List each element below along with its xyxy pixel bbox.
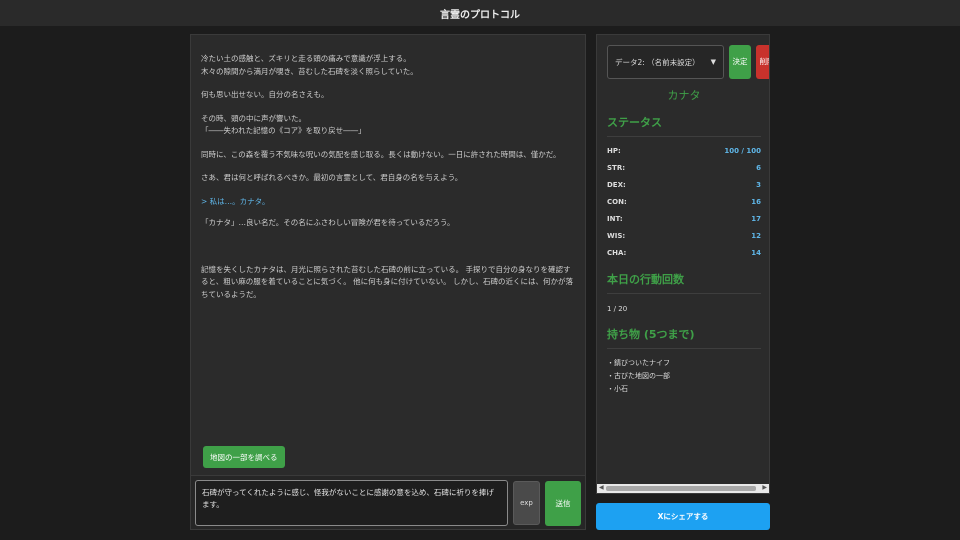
scroll-right-icon[interactable]: ▶ <box>762 484 767 491</box>
stat-label: WIS: <box>607 232 626 240</box>
stat-value: 100 / 100 <box>724 147 761 155</box>
delete-button[interactable]: 削除 <box>756 45 769 79</box>
exp-button[interactable]: exp <box>513 481 540 525</box>
scroll-left-icon[interactable]: ◀ <box>599 484 604 491</box>
stat-label: DEX: <box>607 181 626 189</box>
stat-label: INT: <box>607 215 623 223</box>
stat-value: 3 <box>756 181 761 189</box>
stat-row-hp: HP: 100 / 100 <box>607 147 761 155</box>
story-paragraph: その時、頭の中に声が響いた。 「――失われた記憶の《コア》を取り戻せ――」 <box>201 113 366 136</box>
story-log[interactable]: 冷たい土の感触と、ズキリと走る頭の痛みで意識が浮上する。 木々の隙間から満月が覗… <box>201 53 577 453</box>
story-paragraph: さあ、君は何と呼ばれるべきか。最初の言霊として、君自身の名を与えよう。 <box>201 173 463 182</box>
stat-label: STR: <box>607 164 626 172</box>
inventory-section-title: 持ち物 (5つまで) <box>607 326 761 349</box>
stat-value: 17 <box>751 215 761 223</box>
app-title: 言霊のプロトコル <box>440 9 520 21</box>
action-input[interactable]: 石碑が守ってくれたように感じ、怪我がないことに感謝の意を込め、石碑に祈りを捧げま… <box>195 480 508 526</box>
inventory-item: ・小石 <box>607 385 628 393</box>
stat-row-str: STR: 6 <box>607 164 761 172</box>
stat-value: 12 <box>751 232 761 240</box>
stat-row-dex: DEX: 3 <box>607 181 761 189</box>
chevron-down-icon: ▼ <box>710 58 716 66</box>
story-panel: 冷たい土の感触と、ズキリと走る頭の痛みで意識が浮上する。 木々の隙間から満月が覗… <box>190 34 586 530</box>
stat-label: HP: <box>607 147 621 155</box>
story-paragraph: 何も思い出せない。自分の名さえも。 <box>201 90 329 99</box>
player-input-echo: > 私は…。カナタ。 <box>201 196 270 206</box>
action-count: 1 / 20 <box>607 305 628 313</box>
stat-row-wis: WIS: 12 <box>607 232 761 240</box>
stat-row-cha: CHA: 14 <box>607 249 761 257</box>
status-horizontal-scrollbar[interactable]: ◀ ▶ <box>597 484 769 493</box>
stat-row-con: CON: 16 <box>607 198 761 206</box>
status-panel: データ2: （名前未設定） ▼ 決定 削除 カナタ ステータス HP: 100 … <box>596 34 770 494</box>
stat-value: 6 <box>756 164 761 172</box>
decide-button[interactable]: 決定 <box>729 45 751 79</box>
story-narration: 記憶を失くしたカナタは、月光に照らされた苔むした石碑の前に立っている。 手探りで… <box>201 264 573 299</box>
story-paragraph: 同時に、この森を覆う不気味な呪いの気配を感じ取る。長くは動けない。一日に許された… <box>201 149 561 159</box>
status-section-title: ステータス <box>607 114 761 137</box>
stat-row-int: INT: 17 <box>607 215 761 223</box>
stat-value: 14 <box>751 249 761 257</box>
send-button[interactable]: 送信 <box>545 481 581 526</box>
save-slot-select[interactable]: データ2: （名前未設定） ▼ <box>607 45 724 79</box>
share-on-x-button[interactable]: Xにシェアする <box>596 503 770 530</box>
inventory-list: ・錆びついたナイフ ・古びた地図の一部 ・小石 <box>607 357 670 396</box>
scrollbar-thumb[interactable] <box>606 486 756 491</box>
save-slot-value: データ2: （名前未設定） <box>615 57 700 67</box>
stat-label: CON: <box>607 198 627 206</box>
action-input-bar: 石碑が守ってくれたように感じ、怪我がないことに感謝の意を込め、石碑に祈りを捧げま… <box>191 475 585 529</box>
stat-label: CHA: <box>607 249 627 257</box>
story-response: 「カナタ」…良い名だ。その名にふさわしい冒険が君を待っているだろう。 <box>201 218 455 227</box>
character-name: カナタ <box>667 89 701 102</box>
inventory-item: ・古びた地図の一部 <box>607 372 670 380</box>
app-title-bar: 言霊のプロトコル <box>0 0 960 26</box>
stat-value: 16 <box>751 198 761 206</box>
suggested-action-button[interactable]: 地図の一部を調べる <box>203 446 285 468</box>
inventory-item: ・錆びついたナイフ <box>607 359 670 367</box>
actions-section-title: 本日の行動回数 <box>607 271 761 294</box>
story-paragraph: 冷たい土の感触と、ズキリと走る頭の痛みで意識が浮上する。 木々の隙間から満月が覗… <box>201 54 418 76</box>
